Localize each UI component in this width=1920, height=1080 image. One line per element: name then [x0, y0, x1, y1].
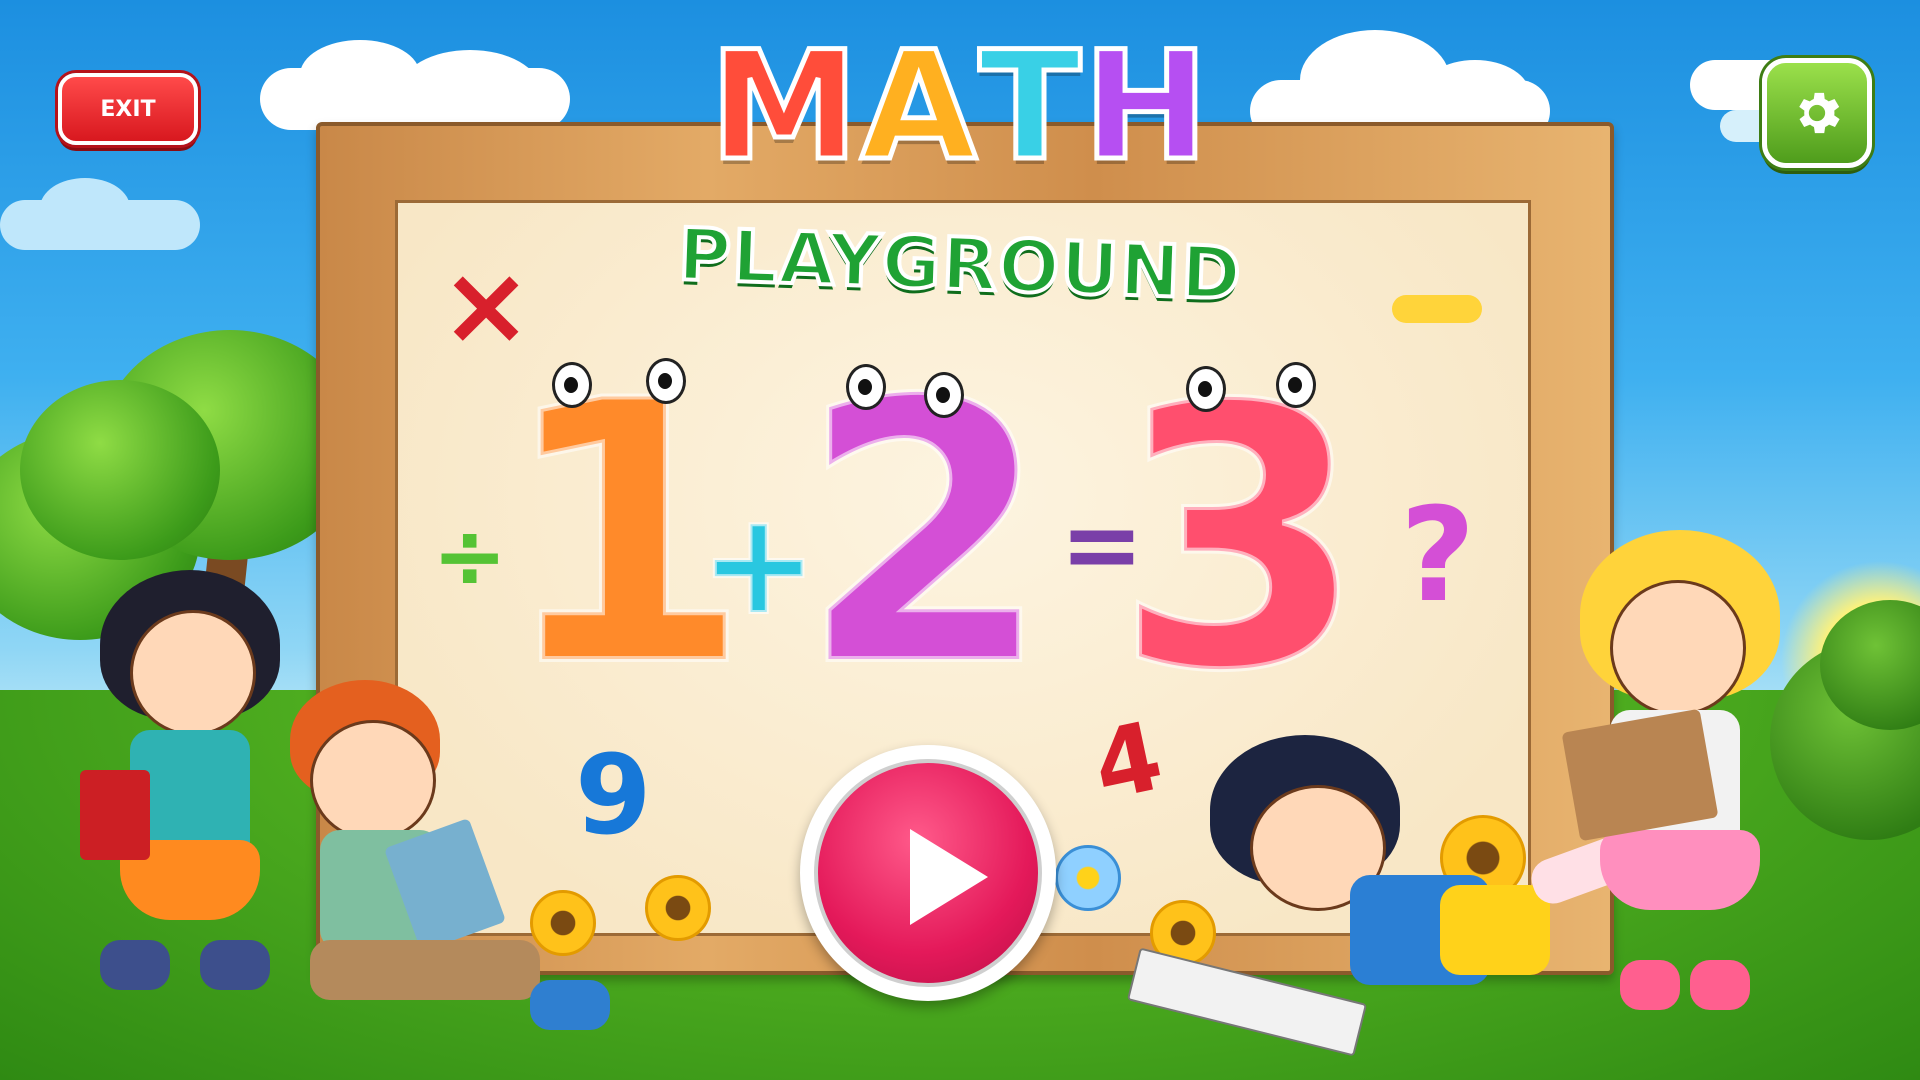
title-letter-m: M [707, 20, 861, 194]
game-background: × ÷ ? 9 4 1 + 2 = 3 MATH PLAYGROUND EXIT [0, 0, 1920, 1080]
game-title: MATH [0, 20, 1920, 194]
eye-icon [1186, 366, 1226, 412]
settings-button[interactable] [1762, 58, 1872, 168]
exit-button[interactable]: EXIT [58, 73, 198, 145]
eye-icon [646, 358, 686, 404]
eye-icon [924, 372, 964, 418]
tree [20, 380, 220, 560]
eye-icon [552, 362, 592, 408]
kid-boy-reading [290, 680, 620, 1060]
play-button-face [814, 759, 1042, 987]
sunflower [645, 875, 711, 941]
kid-girl-right [1560, 530, 1800, 1030]
number-three: 3 [1112, 330, 1368, 749]
play-button[interactable] [800, 745, 1056, 1001]
title-letter-a: A [858, 20, 979, 194]
exit-button-label: EXIT [100, 96, 156, 122]
title-letter-h: H [1081, 20, 1212, 194]
divide-symbol: ÷ [432, 504, 508, 609]
blue-flower [1055, 845, 1121, 911]
eye-icon [846, 364, 886, 410]
gear-icon [1799, 92, 1840, 134]
kid-girl-left [80, 570, 290, 1020]
question-symbol: ? [1400, 479, 1476, 631]
eye-icon [1276, 362, 1316, 408]
number-two: 2 [797, 325, 1053, 744]
play-icon [910, 829, 988, 925]
title-letter-t: T [976, 20, 1084, 194]
